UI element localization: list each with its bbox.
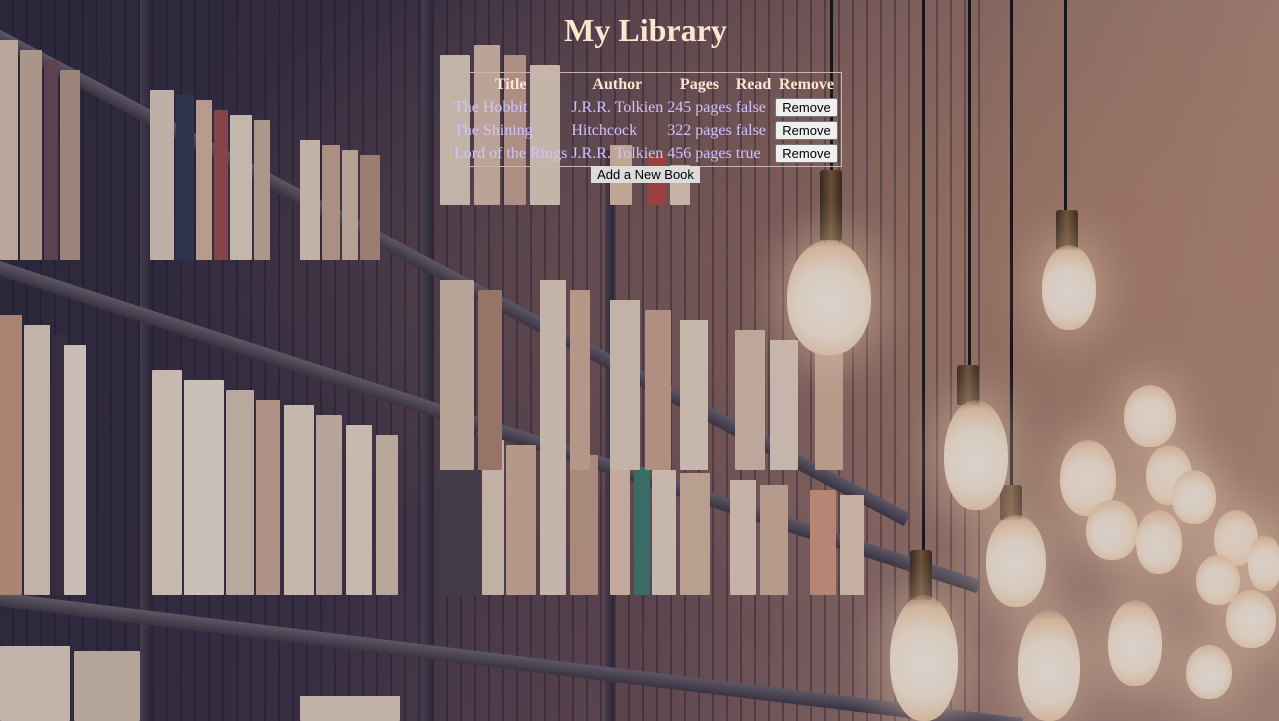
book-author-cell: J.R.R. Tolkien (571, 99, 664, 116)
header-author: Author (592, 76, 643, 93)
book-pages-cell: 245 pages (667, 99, 732, 116)
header-title: Title (494, 76, 527, 93)
table-header-row: Title Author Pages Read Remove (453, 75, 839, 95)
table-row: Lord of the Rings J.R.R. Tolkien 456 pag… (453, 143, 839, 164)
remove-cell: Remove (774, 97, 838, 118)
header-read: Read (735, 76, 772, 93)
table-row: The Hobbit J.R.R. Tolkien 245 pages fals… (453, 97, 839, 118)
book-title-cell: The Hobbit (454, 99, 528, 116)
library-table: Title Author Pages Read Remove The Hobbi… (450, 72, 842, 167)
table-row: The Shining Hitchcock 322 pages false Re… (453, 120, 839, 141)
remove-book-button[interactable]: Remove (775, 98, 838, 117)
header-remove: Remove (778, 76, 835, 93)
page-title: My Library (564, 12, 727, 48)
add-new-book-button[interactable]: Add a New Book (591, 166, 700, 183)
book-pages-cell: 456 pages (667, 145, 732, 162)
book-read-cell[interactable]: true (735, 143, 773, 164)
library-table-container: Title Author Pages Read Remove The Hobbi… (450, 72, 842, 167)
book-title-cell: Lord of the Rings (454, 145, 568, 162)
header-pages: Pages (679, 76, 720, 93)
book-author-cell: J.R.R. Tolkien (571, 145, 664, 162)
remove-cell: Remove (774, 143, 838, 164)
book-title-cell: The Shining (454, 122, 533, 139)
add-book-container: Add a New Book (0, 166, 1279, 184)
remove-book-button[interactable]: Remove (775, 121, 838, 140)
book-read-cell[interactable]: false (735, 120, 773, 141)
book-pages-cell: 322 pages (667, 122, 732, 139)
remove-book-button[interactable]: Remove (775, 144, 838, 163)
remove-cell: Remove (774, 120, 838, 141)
book-author-cell: Hitchcock (571, 122, 638, 139)
book-read-cell[interactable]: false (735, 97, 773, 118)
